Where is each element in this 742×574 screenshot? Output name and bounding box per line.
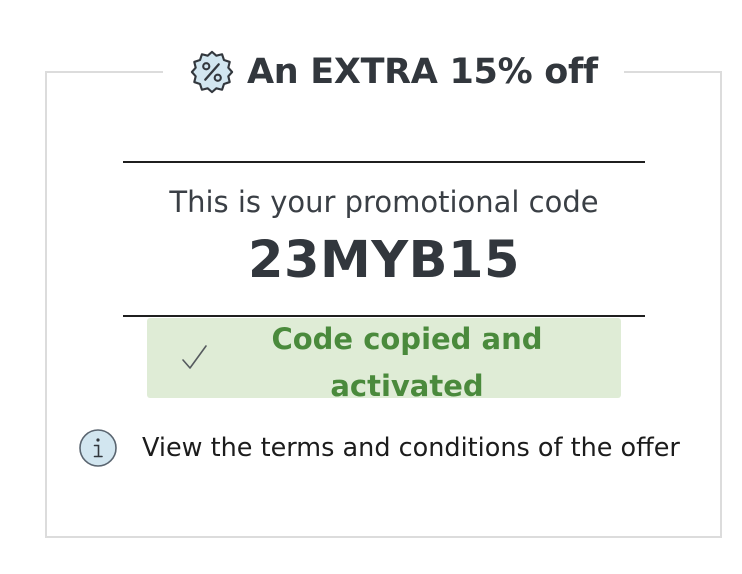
checkmark-icon: [182, 345, 207, 369]
promo-page: An EXTRA 15% off This is your promotiona…: [0, 0, 742, 574]
promo-code-value[interactable]: 23MYB15: [123, 231, 645, 290]
terms-link[interactable]: View the terms and conditions of the off…: [142, 433, 680, 463]
terms-row[interactable]: View the terms and conditions of the off…: [78, 428, 680, 468]
offer-header: An EXTRA 15% off: [163, 40, 624, 104]
percent-badge-icon: [190, 50, 234, 94]
info-icon: [79, 429, 117, 467]
code-status-banner: Code copied and activated: [147, 318, 621, 403]
offer-title: An EXTRA 15% off: [247, 52, 598, 92]
promo-code-panel: This is your promotional code 23MYB15: [123, 161, 645, 317]
promo-code-intro: This is your promotional code: [169, 185, 599, 219]
code-status-text: Code copied and activated: [271, 322, 543, 403]
